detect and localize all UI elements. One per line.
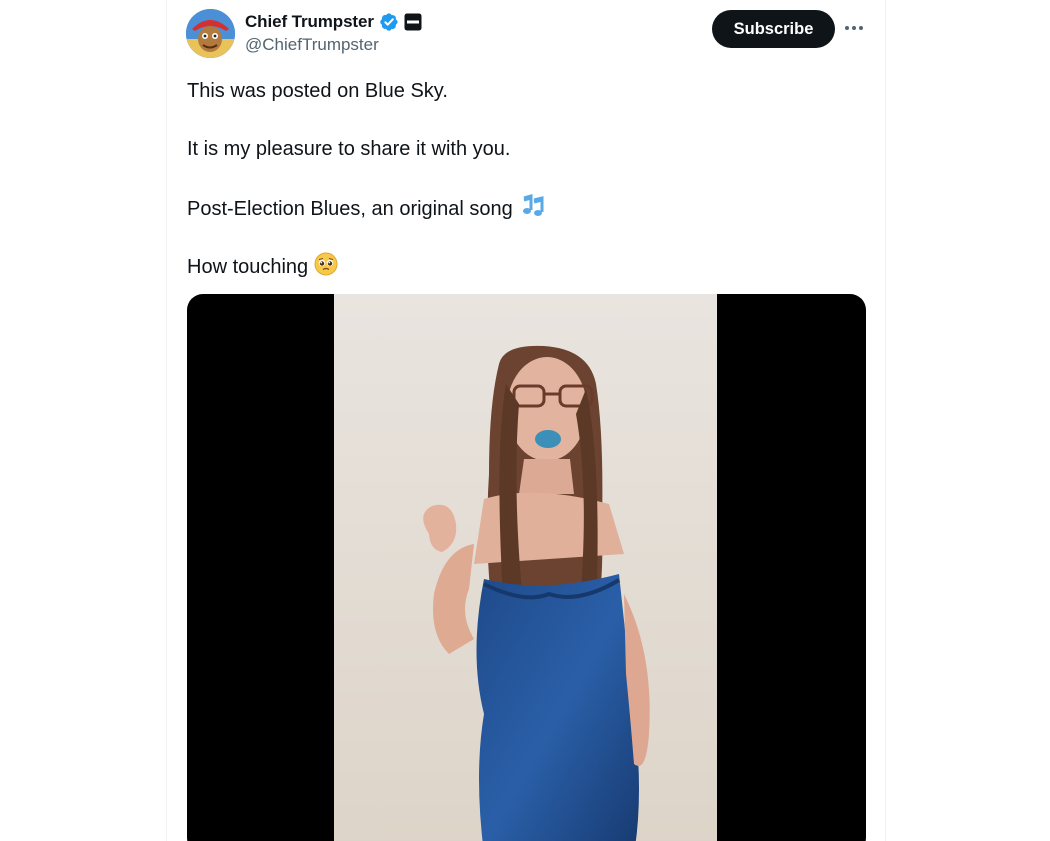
- tweet-text-line-4-row: How touching: [187, 252, 338, 282]
- subscribe-button[interactable]: Subscribe: [712, 10, 835, 48]
- tweet-text-line-3: Post-Election Blues, an original song: [187, 198, 513, 220]
- tweet-text-line-1: This was posted on Blue Sky.: [187, 80, 448, 102]
- verified-badge-icon: [379, 12, 399, 32]
- author-display-name[interactable]: Chief Trumpster: [245, 12, 374, 32]
- author-handle[interactable]: @ChiefTrumpster: [245, 35, 379, 55]
- video-thumbnail[interactable]: [334, 294, 717, 841]
- tweet-text-line-4: How touching: [187, 256, 309, 278]
- tweet-text-line-2: It is my pleasure to share it with you.: [187, 138, 511, 160]
- tweet-text-line-3-row: Post-Election Blues, an original song: [187, 194, 545, 224]
- author-name-row: Chief Trumpster: [245, 11, 422, 33]
- affiliate-badge-icon[interactable]: [404, 13, 422, 31]
- author-avatar[interactable]: [186, 9, 235, 58]
- more-dots-icon[interactable]: [841, 16, 867, 40]
- video-player[interactable]: [187, 294, 866, 841]
- musical-notes-emoji-icon: [519, 194, 545, 224]
- pleading-face-emoji-icon: [314, 252, 338, 282]
- tweet-column: Chief Trumpster @ChiefTrumpster Subscrib…: [166, 0, 886, 841]
